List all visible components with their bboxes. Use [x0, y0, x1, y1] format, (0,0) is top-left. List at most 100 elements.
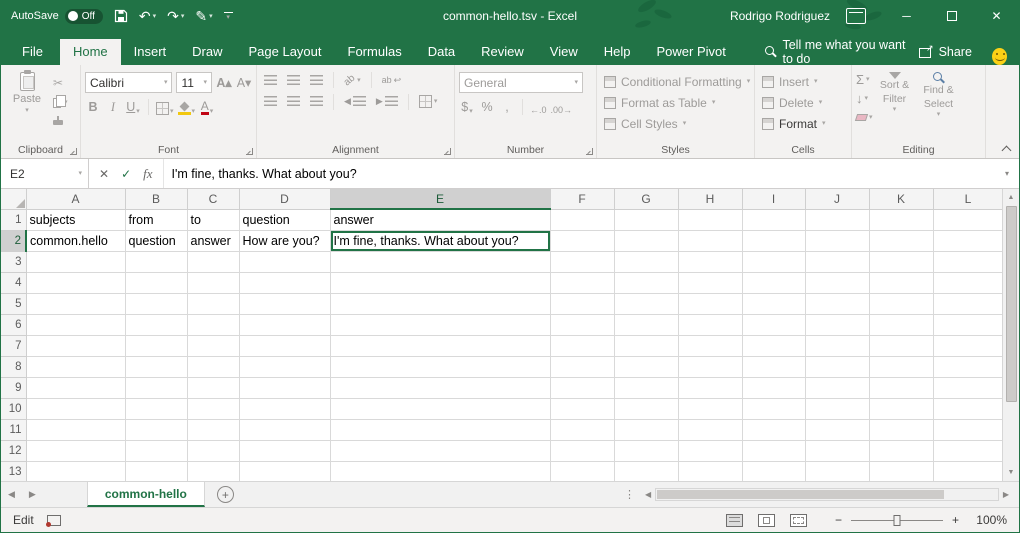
cell-L7[interactable] [933, 335, 1002, 356]
cell-G9[interactable] [614, 377, 678, 398]
tab-formulas[interactable]: Formulas [335, 39, 415, 65]
cell-F5[interactable] [550, 293, 614, 314]
cell-L3[interactable] [933, 251, 1002, 272]
decrease-decimal-button[interactable]: .00→ [551, 98, 573, 115]
cell-I10[interactable] [742, 398, 805, 419]
cell-J12[interactable] [805, 440, 869, 461]
save-button[interactable] [114, 9, 128, 23]
cell-D10[interactable] [239, 398, 330, 419]
cell-K2[interactable] [869, 230, 933, 251]
column-header-J[interactable]: J [805, 189, 869, 209]
cell-A11[interactable] [26, 419, 125, 440]
cell-C9[interactable] [187, 377, 239, 398]
cell-G6[interactable] [614, 314, 678, 335]
column-header-L[interactable]: L [933, 189, 1002, 209]
zoom-level[interactable]: 100% [971, 513, 1007, 527]
confirm-entry-button[interactable]: ✓ [121, 167, 131, 181]
cell-K8[interactable] [869, 356, 933, 377]
cell-C3[interactable] [187, 251, 239, 272]
cell-G11[interactable] [614, 419, 678, 440]
autosum-button[interactable]: Σ▾ [856, 71, 873, 87]
tab-insert[interactable]: Insert [121, 39, 180, 65]
cell-F13[interactable] [550, 461, 614, 481]
cell-J11[interactable] [805, 419, 869, 440]
clear-button[interactable]: ▾ [856, 109, 873, 125]
cell-I8[interactable] [742, 356, 805, 377]
cell-L11[interactable] [933, 419, 1002, 440]
vertical-scroll-thumb[interactable] [1006, 206, 1017, 402]
column-header-K[interactable]: K [869, 189, 933, 209]
cell-K4[interactable] [869, 272, 933, 293]
cell-K7[interactable] [869, 335, 933, 356]
cell-K10[interactable] [869, 398, 933, 419]
cell-D11[interactable] [239, 419, 330, 440]
cut-button[interactable]: ✂ [53, 75, 68, 90]
cell-E2[interactable]: I'm fine, thanks. What about you? [330, 230, 550, 251]
paste-button[interactable]: Paste ▾ [5, 68, 49, 142]
font-size-combo[interactable]: 11 ▾ [176, 72, 212, 93]
cell-C13[interactable] [187, 461, 239, 481]
scroll-up-button[interactable]: ▲ [1003, 189, 1019, 206]
share-button[interactable]: Share [919, 39, 972, 65]
cell-I5[interactable] [742, 293, 805, 314]
cell-H6[interactable] [678, 314, 742, 335]
cell-L12[interactable] [933, 440, 1002, 461]
cell-A7[interactable] [26, 335, 125, 356]
cell-G1[interactable] [614, 209, 678, 230]
normal-view-button[interactable] [726, 514, 743, 527]
cell-L4[interactable] [933, 272, 1002, 293]
cell-J8[interactable] [805, 356, 869, 377]
cell-F4[interactable] [550, 272, 614, 293]
row-header-2[interactable]: 2 [1, 230, 26, 251]
cell-G10[interactable] [614, 398, 678, 419]
cell-I4[interactable] [742, 272, 805, 293]
cell-L9[interactable] [933, 377, 1002, 398]
name-box[interactable]: E2 ▾ [1, 159, 89, 188]
cell-G13[interactable] [614, 461, 678, 481]
cell-I3[interactable] [742, 251, 805, 272]
tab-splitter-handle[interactable]: ⋮ [618, 488, 641, 501]
cell-H3[interactable] [678, 251, 742, 272]
collapse-ribbon-button[interactable] [1001, 143, 1011, 153]
cell-A8[interactable] [26, 356, 125, 377]
cell-D3[interactable] [239, 251, 330, 272]
cell-C2[interactable]: answer [187, 230, 239, 251]
next-sheet-button[interactable]: ▶ [22, 489, 43, 500]
cell-B8[interactable] [125, 356, 187, 377]
column-header-C[interactable]: C [187, 189, 239, 209]
close-button[interactable]: ✕ [974, 0, 1019, 32]
row-header-13[interactable]: 13 [1, 461, 26, 481]
cell-F11[interactable] [550, 419, 614, 440]
scroll-down-button[interactable]: ▼ [1003, 464, 1019, 481]
cell-H7[interactable] [678, 335, 742, 356]
font-color-button[interactable]: A▾ [199, 98, 215, 115]
cell-E11[interactable] [330, 419, 550, 440]
scroll-right-button[interactable]: ▶ [999, 490, 1013, 499]
cell-F12[interactable] [550, 440, 614, 461]
cell-B13[interactable] [125, 461, 187, 481]
cell-B10[interactable] [125, 398, 187, 419]
cell-F3[interactable] [550, 251, 614, 272]
cell-E12[interactable] [330, 440, 550, 461]
column-header-A[interactable]: A [26, 189, 125, 209]
cell-A9[interactable] [26, 377, 125, 398]
new-sheet-button[interactable]: + [217, 486, 234, 503]
tab-data[interactable]: Data [415, 39, 468, 65]
cell-K11[interactable] [869, 419, 933, 440]
cell-D12[interactable] [239, 440, 330, 461]
wrap-text-button[interactable]: ab↩ [379, 74, 405, 87]
cell-E7[interactable] [330, 335, 550, 356]
insert-function-button[interactable]: fx [143, 166, 152, 182]
fill-button[interactable]: ↓▾ [856, 90, 873, 106]
cell-H13[interactable] [678, 461, 742, 481]
cell-A10[interactable] [26, 398, 125, 419]
alignment-dialog-launcher[interactable] [444, 148, 451, 155]
cell-E13[interactable] [330, 461, 550, 481]
increase-decimal-button[interactable]: ←.0 [530, 98, 547, 115]
cell-K1[interactable] [869, 209, 933, 230]
clipboard-dialog-launcher[interactable] [70, 148, 77, 155]
row-header-6[interactable]: 6 [1, 314, 26, 335]
column-header-G[interactable]: G [614, 189, 678, 209]
cell-H11[interactable] [678, 419, 742, 440]
cell-K3[interactable] [869, 251, 933, 272]
